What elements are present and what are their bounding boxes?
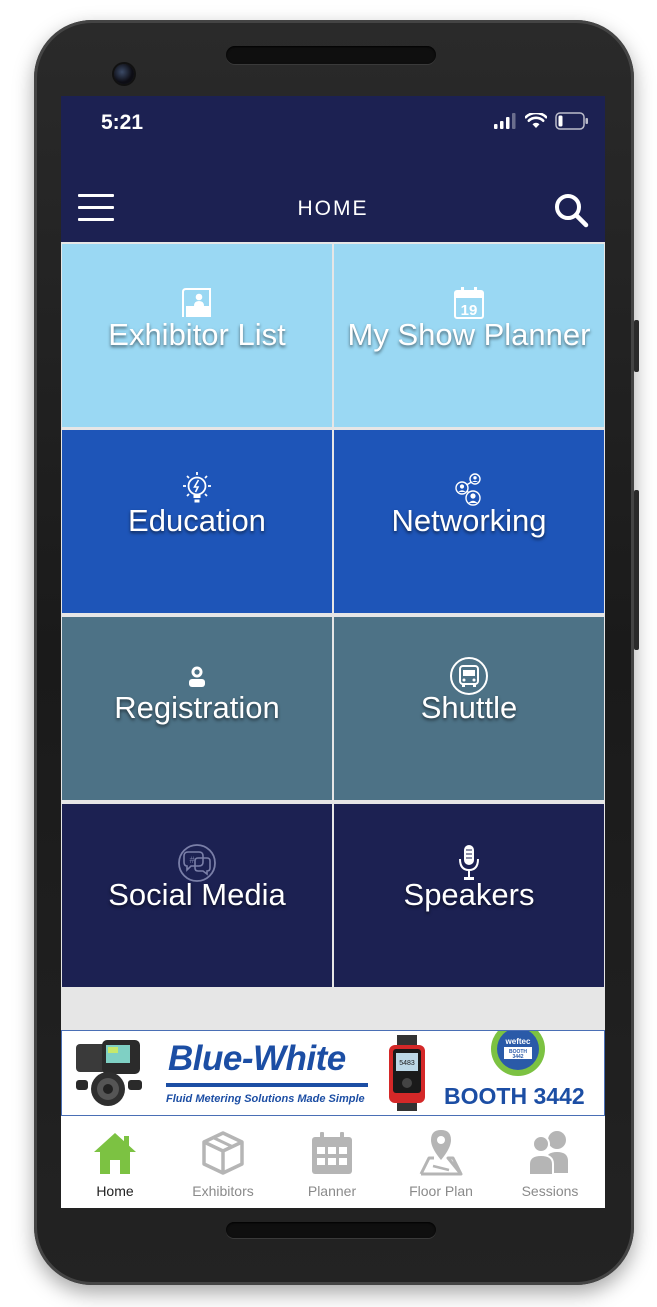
tile-label: My Show Planner [347,317,591,352]
volume-button [634,320,639,372]
banner-booth: BOOTH 3442 [444,1083,585,1109]
tab-label: Planner [307,1183,357,1199]
tab-exhibitors[interactable]: Exhibitors [169,1116,277,1208]
tile-label: Speakers [403,877,535,912]
sponsor-banner[interactable]: Blue-White Fluid Metering Solutions Made… [61,1030,605,1116]
tile-education[interactable]: Education [62,430,332,613]
network-people-icon [455,473,481,506]
people-icon [528,1131,568,1176]
tile-label: Social Media [108,877,286,912]
badge-brand: weftec [505,1037,531,1046]
front-camera [114,64,134,84]
status-icons [493,112,589,130]
tile-networking[interactable]: Networking [334,430,604,613]
banner-brand: Blue-White [168,1039,346,1078]
tile-label: Exhibitor List [108,317,286,352]
app-screen: 5:21 HOME Exhibitor List 19 My Show Plan… [61,96,605,1208]
tab-home[interactable]: Home [61,1116,169,1208]
earpiece-speaker [226,46,436,64]
calendar-icon: 19 [454,287,484,319]
bottom-speaker [226,1222,436,1238]
pump-product-image [76,1040,142,1106]
tile-social-media[interactable]: # Social Media [62,804,332,987]
tab-label: Floor Plan [409,1183,473,1199]
svg-text:#: # [189,855,194,865]
signal-icon [494,113,516,129]
tile-label: Networking [391,503,547,538]
tab-label: Sessions [521,1183,579,1199]
calendar-icon [312,1132,352,1174]
exhibitor-booth-icon [182,288,211,317]
tile-shuttle[interactable]: Shuttle [334,617,604,800]
banner-underline [166,1083,368,1087]
tile-registration[interactable]: Registration [62,617,332,800]
lightbulb-icon [183,472,211,503]
home-icon [94,1133,136,1174]
tile-label: Shuttle [420,690,518,725]
page-title: HOME [297,197,369,220]
weftec-badge: weftec BOOTH 3442 [486,1031,550,1077]
tab-planner[interactable]: Planner [278,1116,386,1208]
box-icon [202,1131,244,1175]
banner-tagline: Fluid Metering Solutions Made Simple [166,1093,365,1105]
status-time: 5:21 [101,111,144,134]
tile-label: Registration [114,690,280,725]
battery-icon [555,112,588,130]
person-icon [189,666,205,687]
tile-label: Education [128,503,266,538]
tile-my-show-planner[interactable]: 19 My Show Planner [334,244,604,427]
tab-label: Exhibitors [192,1183,254,1199]
map-pin-icon [419,1130,463,1176]
controller-product-image: 5483 [389,1035,425,1111]
wifi-icon [525,113,547,128]
app-header: HOME [61,148,605,242]
tab-floor-plan[interactable]: Floor Plan [387,1116,495,1208]
status-bar: 5:21 [61,96,605,148]
svg-text:5483: 5483 [399,1060,415,1067]
bottom-tab-bar: Home Exhibitors Planner Floor Plan Sessi… [61,1116,605,1208]
search-icon[interactable] [553,192,589,228]
tab-label: Home [96,1183,134,1199]
tile-speakers[interactable]: Speakers [334,804,604,987]
tile-exhibitor-list[interactable]: Exhibitor List [62,244,332,427]
badge-booth-number: 3442 [512,1054,523,1060]
tab-sessions[interactable]: Sessions [496,1116,604,1208]
power-button [634,490,639,650]
